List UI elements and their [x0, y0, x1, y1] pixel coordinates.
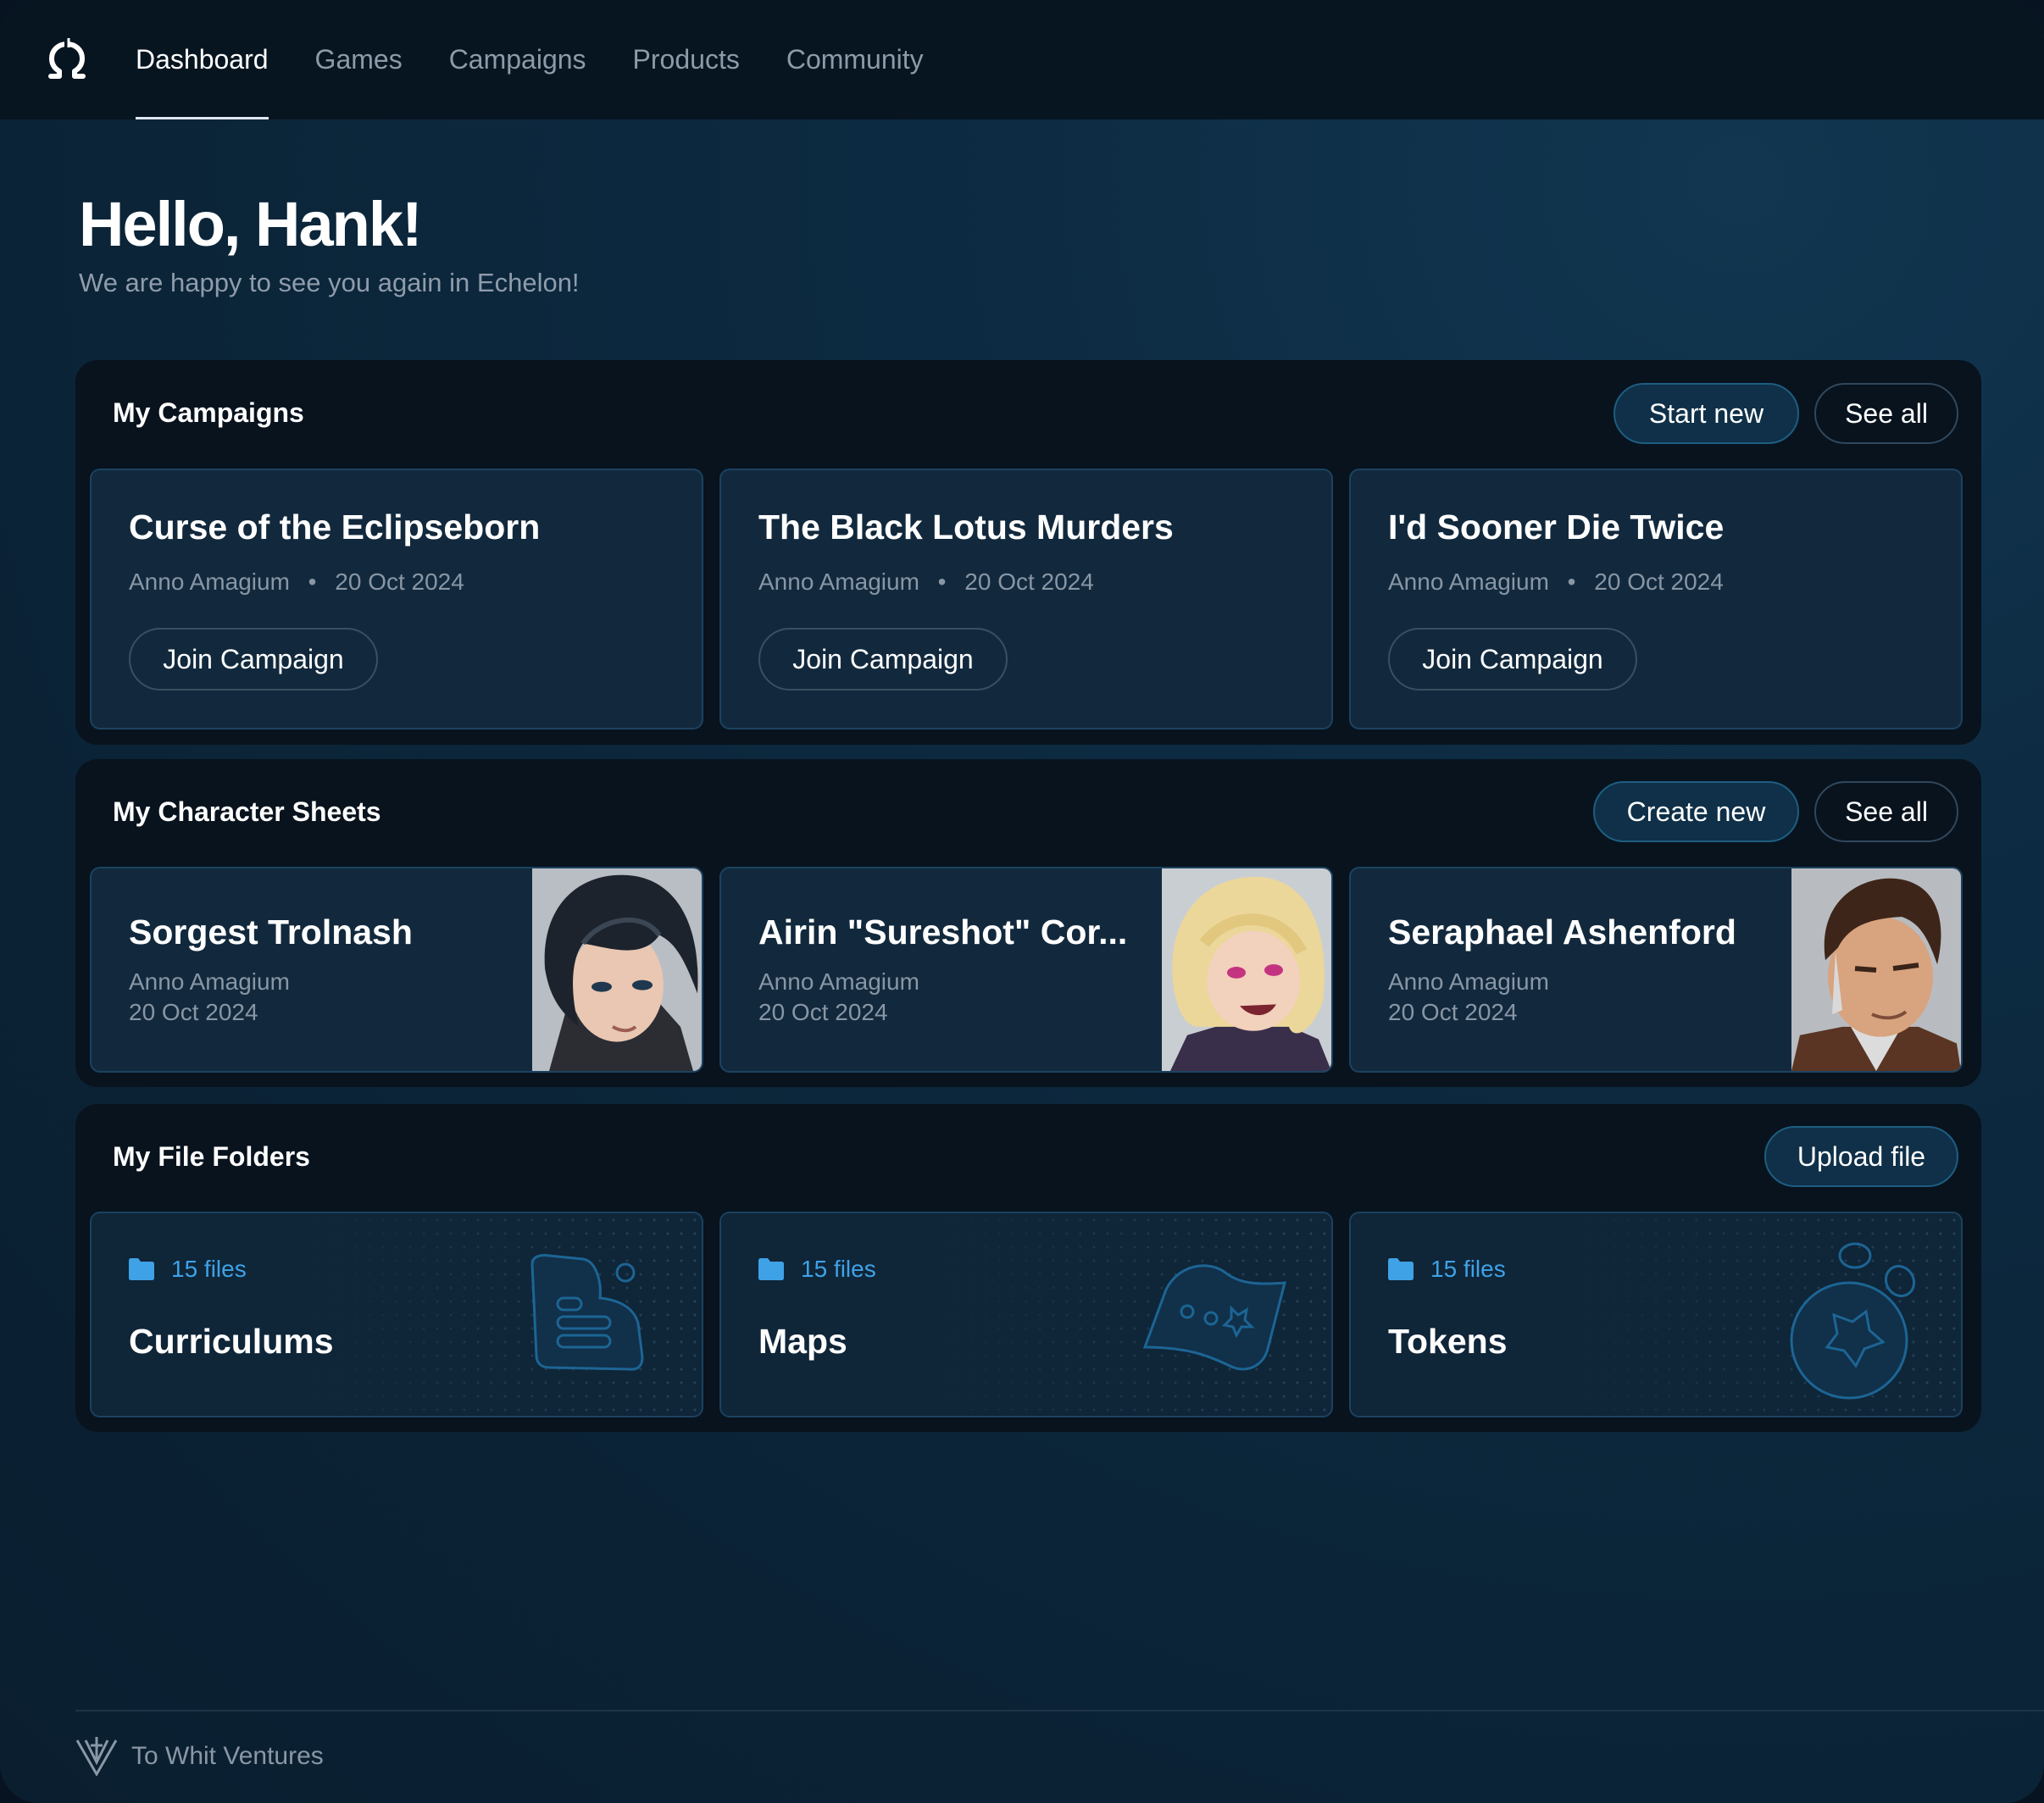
company-logo-icon: [75, 1737, 118, 1776]
character-card[interactable]: Sorgest Trolnash Anno Amagium 20 Oct 202…: [90, 867, 703, 1073]
folder-file-count: 15 files: [758, 1256, 876, 1283]
character-author: Anno Amagium: [758, 968, 919, 995]
character-card[interactable]: Airin "Sureshot" Cor... Anno Amagium 20 …: [719, 867, 1333, 1073]
footer: To Whit Ventures: [75, 1737, 324, 1776]
campaign-meta: Anno Amagium • 20 Oct 2024: [129, 569, 464, 596]
character-sheets-panel-title: My Character Sheets: [113, 796, 381, 827]
nav-campaigns[interactable]: Campaigns: [449, 0, 586, 119]
character-author: Anno Amagium: [129, 968, 290, 995]
echelon-logo-icon[interactable]: [44, 37, 90, 83]
campaign-author: Anno Amagium: [129, 569, 290, 595]
campaigns-panel: My Campaigns Start new See all Curse of …: [75, 360, 1981, 745]
nav-games[interactable]: Games: [315, 0, 403, 119]
top-navigation: Dashboard Games Campaigns Products Commu…: [0, 0, 2044, 119]
nav-products[interactable]: Products: [633, 0, 740, 119]
character-date: 20 Oct 2024: [129, 999, 258, 1025]
start-new-campaign-button[interactable]: Start new: [1614, 383, 1799, 444]
join-campaign-button[interactable]: Join Campaign: [758, 628, 1008, 691]
campaign-author: Anno Amagium: [1388, 569, 1549, 595]
page-title: Hello, Hank!: [79, 189, 423, 259]
campaign-card[interactable]: Curse of the Eclipseborn Anno Amagium • …: [90, 469, 703, 730]
campaign-date: 20 Oct 2024: [964, 569, 1094, 595]
folder-card[interactable]: 15 files Tokens: [1349, 1212, 1963, 1417]
campaign-author: Anno Amagium: [758, 569, 919, 595]
character-portrait-avatar: [1791, 868, 1961, 1071]
nav-community[interactable]: Community: [786, 0, 924, 119]
character-name: Seraphael Ashenford: [1388, 913, 1736, 951]
character-portrait-avatar: [1162, 868, 1331, 1071]
character-date: 20 Oct 2024: [1388, 999, 1518, 1025]
page-subtitle: We are happy to see you again in Echelon…: [79, 268, 580, 297]
file-folders-panel: My File Folders Upload file 15 files Cur…: [75, 1104, 1981, 1432]
map-icon: [1142, 1264, 1286, 1371]
campaign-title: Curse of the Eclipseborn: [129, 508, 541, 546]
file-count-label: 15 files: [801, 1256, 876, 1282]
meta-separator: •: [937, 569, 947, 595]
folder-file-count: 15 files: [129, 1256, 247, 1283]
campaign-date: 20 Oct 2024: [335, 569, 464, 595]
footer-divider: [75, 1710, 2044, 1711]
campaign-meta: Anno Amagium • 20 Oct 2024: [1388, 569, 1724, 596]
campaigns-panel-title: My Campaigns: [113, 397, 304, 428]
main-nav: Dashboard Games Campaigns Products Commu…: [136, 0, 970, 119]
file-count-label: 15 files: [1430, 1256, 1506, 1282]
characters-see-all-button[interactable]: See all: [1814, 781, 1958, 842]
character-name: Airin "Sureshot" Cor...: [758, 913, 1128, 951]
campaign-meta: Anno Amagium • 20 Oct 2024: [758, 569, 1094, 596]
folder-file-count: 15 files: [1388, 1256, 1506, 1283]
folder-name: Maps: [758, 1322, 847, 1361]
folder-name: Tokens: [1388, 1322, 1508, 1361]
campaign-date: 20 Oct 2024: [1594, 569, 1724, 595]
folder-icon: [758, 1258, 784, 1280]
campaign-title: The Black Lotus Murders: [758, 508, 1174, 546]
character-portrait-avatar: [532, 868, 702, 1071]
document-icon: [530, 1254, 644, 1371]
folder-icon: [1388, 1258, 1414, 1280]
file-count-label: 15 files: [171, 1256, 247, 1282]
join-campaign-button[interactable]: Join Campaign: [1388, 628, 1637, 691]
folder-card[interactable]: 15 files Maps: [719, 1212, 1333, 1417]
campaign-card[interactable]: I'd Sooner Die Twice Anno Amagium • 20 O…: [1349, 469, 1963, 730]
character-date: 20 Oct 2024: [758, 999, 888, 1025]
character-author: Anno Amagium: [1388, 968, 1549, 995]
campaign-title: I'd Sooner Die Twice: [1388, 508, 1725, 546]
folder-icon: [129, 1258, 154, 1280]
campaign-card[interactable]: The Black Lotus Murders Anno Amagium • 2…: [719, 469, 1333, 730]
meta-separator: •: [1567, 569, 1576, 595]
upload-file-button[interactable]: Upload file: [1764, 1126, 1958, 1187]
company-name[interactable]: To Whit Ventures: [131, 1742, 324, 1771]
create-new-character-button[interactable]: Create new: [1593, 781, 1799, 842]
character-name: Sorgest Trolnash: [129, 913, 413, 951]
file-folders-panel-title: My File Folders: [113, 1141, 310, 1172]
folder-name: Curriculums: [129, 1322, 334, 1361]
join-campaign-button[interactable]: Join Campaign: [129, 628, 378, 691]
folder-card[interactable]: 15 files Curriculums: [90, 1212, 703, 1417]
app-frame: Dashboard Games Campaigns Products Commu…: [0, 0, 2044, 1803]
campaigns-see-all-button[interactable]: See all: [1814, 383, 1958, 444]
character-sheets-panel: My Character Sheets Create new See all S…: [75, 759, 1981, 1087]
meta-separator: •: [308, 569, 317, 595]
token-icon: [1790, 1242, 1916, 1400]
character-card[interactable]: Seraphael Ashenford Anno Amagium 20 Oct …: [1349, 867, 1963, 1073]
nav-dashboard[interactable]: Dashboard: [136, 0, 269, 119]
